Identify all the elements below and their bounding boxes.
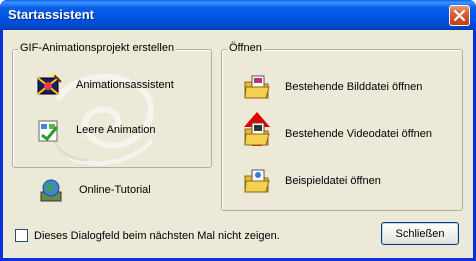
open-group: Öffnen Bestehende Bilddatei öffnen Beste…: [221, 42, 463, 211]
open-image-item[interactable]: Bestehende Bilddatei öffnen: [242, 72, 422, 102]
online-tutorial-item[interactable]: Online-Tutorial: [36, 175, 151, 205]
create-project-group: GIF-Animationsprojekt erstellen Animatio…: [12, 42, 212, 168]
open-sample-folder-icon: [242, 166, 272, 196]
open-video-item[interactable]: Bestehende Videodatei öffnen: [242, 119, 432, 149]
dont-show-again-label[interactable]: Dieses Dialogfeld beim nächsten Mal nich…: [34, 230, 280, 242]
open-video-folder-icon: [242, 119, 272, 149]
globe-tutorial-icon: [36, 175, 66, 205]
open-sample-label: Beispieldatei öffnen: [285, 175, 381, 187]
dialog-client-area: GIF-Animationsprojekt erstellen Animatio…: [3, 30, 473, 258]
blank-animation-item[interactable]: Leere Animation: [33, 115, 156, 145]
close-x-icon: [453, 9, 466, 22]
blank-animation-icon: [33, 115, 63, 145]
open-video-label: Bestehende Videodatei öffnen: [285, 128, 433, 140]
dont-show-again-checkbox[interactable]: [15, 229, 28, 242]
animation-wizard-label: Animationsassistent: [76, 79, 174, 91]
dialog-window: Startassistent GIF-Animationsprojekt ers…: [0, 0, 476, 261]
open-group-title: Öffnen: [227, 42, 264, 54]
dont-show-again-row: Dieses Dialogfeld beim nächsten Mal nich…: [15, 229, 280, 242]
open-sample-item[interactable]: Beispieldatei öffnen: [242, 166, 381, 196]
online-tutorial-label: Online-Tutorial: [79, 184, 151, 196]
title-bar[interactable]: Startassistent: [0, 0, 476, 30]
create-project-group-title: GIF-Animationsprojekt erstellen: [18, 42, 177, 54]
animation-wizard-icon: [33, 70, 63, 100]
close-button[interactable]: [449, 5, 470, 26]
open-image-label: Bestehende Bilddatei öffnen: [285, 81, 423, 93]
blank-animation-label: Leere Animation: [76, 124, 156, 136]
close-dialog-button[interactable]: Schließen: [381, 222, 459, 245]
open-image-folder-icon: [242, 72, 272, 102]
animation-wizard-item[interactable]: Animationsassistent: [33, 70, 174, 100]
window-title: Startassistent: [8, 7, 94, 22]
